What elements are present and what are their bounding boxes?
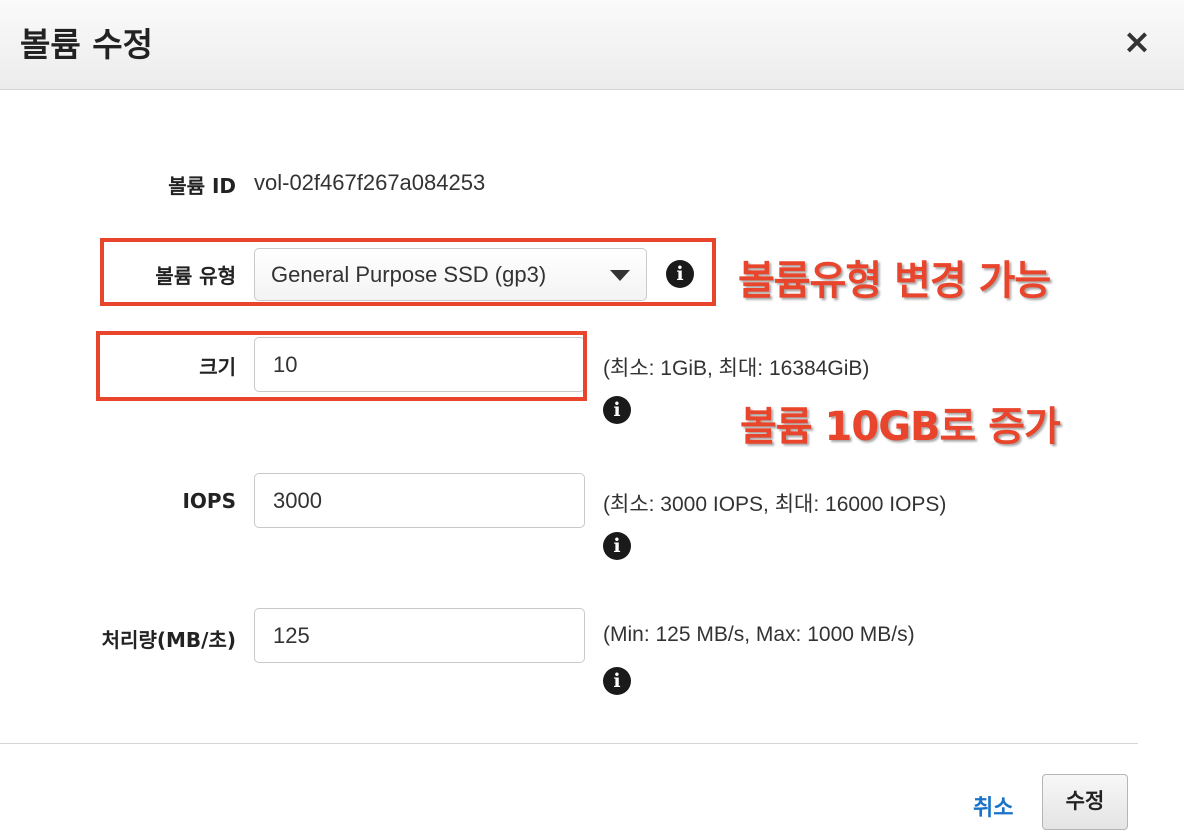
info-icon[interactable]: i xyxy=(603,396,631,424)
info-icon[interactable]: i xyxy=(603,667,631,695)
throughput-hint: (Min: 125 MB/s, Max: 1000 MB/s) xyxy=(603,623,915,646)
annotation-box-volume-type xyxy=(100,238,716,306)
modal-header: 볼륨 수정 × xyxy=(0,0,1184,90)
size-hint: (최소: 1GiB, 최대: 16384GiB) xyxy=(603,357,870,380)
iops-label: IOPS xyxy=(182,489,236,513)
cancel-button[interactable]: 취소 xyxy=(973,790,1013,822)
annotation-box-size xyxy=(96,331,587,401)
footer-divider xyxy=(0,743,1138,744)
info-icon[interactable]: i xyxy=(603,532,631,560)
iops-hint: (최소: 3000 IOPS, 최대: 16000 IOPS) xyxy=(603,493,947,516)
iops-input[interactable]: 3000 xyxy=(254,473,585,528)
volume-id-label: 볼륨 ID xyxy=(168,174,236,198)
close-icon[interactable]: × xyxy=(1119,22,1155,62)
volume-id-value: vol-02f467f267a084253 xyxy=(254,170,486,195)
annotation-text-volume-type: 볼륨유형 변경 가능 xyxy=(738,258,1051,304)
throughput-input[interactable]: 125 xyxy=(254,608,585,663)
throughput-label: 처리량(MB/초) xyxy=(101,628,236,652)
modify-button[interactable]: 수정 xyxy=(1042,774,1128,830)
annotation-text-size: 볼륨 10GB로 증가 xyxy=(740,404,1061,450)
modal-title: 볼륨 수정 xyxy=(20,25,153,64)
